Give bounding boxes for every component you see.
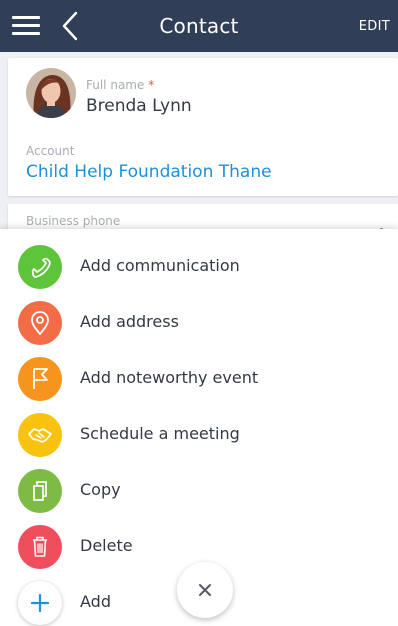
close-icon [199, 584, 211, 596]
full-name-label: Full name * [86, 78, 154, 92]
action-label: Add [80, 592, 111, 611]
account-link[interactable]: Child Help Foundation Thane [26, 162, 272, 182]
trash-icon [18, 525, 62, 569]
business-phone-label: Business phone [26, 214, 121, 228]
account-label: Account [26, 144, 75, 158]
add-address-action[interactable]: Add address [0, 294, 398, 350]
copy-icon [18, 469, 62, 513]
location-pin-icon [18, 301, 62, 345]
contact-card: Full name * Brenda Lynn Account Child He… [8, 58, 398, 196]
avatar[interactable] [26, 68, 76, 118]
action-label: Add noteworthy event [80, 368, 259, 387]
add-communication-action[interactable]: Add communication [0, 238, 398, 294]
action-label: Schedule a meeting [80, 424, 240, 443]
full-name-label-text: Full name [86, 78, 145, 92]
action-label: Copy [80, 480, 121, 499]
handshake-icon [18, 413, 62, 457]
copy-action[interactable]: Copy [0, 462, 398, 518]
app-header: Contact EDIT [0, 0, 398, 52]
edit-button[interactable]: EDIT [359, 19, 390, 34]
action-label: Add address [80, 312, 179, 331]
schedule-meeting-action[interactable]: Schedule a meeting [0, 406, 398, 462]
plus-icon [18, 581, 62, 625]
action-label: Add communication [80, 256, 240, 275]
phone-icon [18, 245, 62, 289]
flag-icon [18, 357, 62, 401]
back-arrow-icon[interactable] [60, 10, 82, 42]
required-mark: * [148, 78, 155, 92]
menu-icon[interactable] [12, 16, 40, 36]
close-button[interactable] [177, 562, 233, 618]
contact-page: Contact EDIT Full name * Brenda Lynn Acc… [0, 0, 398, 626]
add-noteworthy-event-action[interactable]: Add noteworthy event [0, 350, 398, 406]
action-label: Delete [80, 536, 133, 555]
full-name-value[interactable]: Brenda Lynn [86, 96, 192, 116]
